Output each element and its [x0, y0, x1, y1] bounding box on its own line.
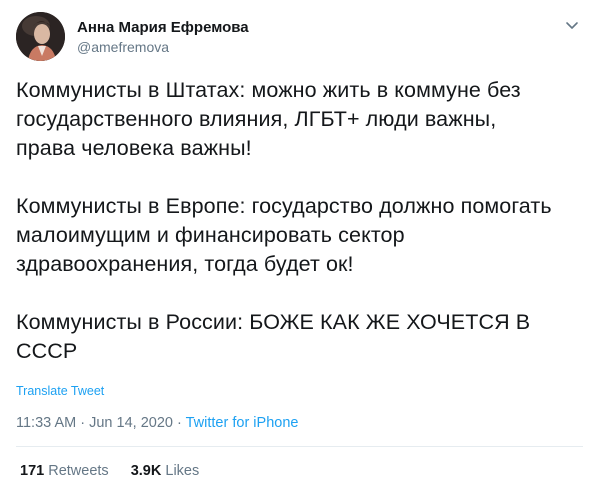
likes-label: Likes: [165, 463, 200, 479]
retweets-label: Retweets: [48, 463, 109, 479]
tweet-date[interactable]: Jun 14, 2020: [89, 415, 173, 431]
retweets-stat[interactable]: 171 Retweets: [20, 463, 109, 479]
tweet-source-link[interactable]: Twitter for iPhone: [186, 415, 299, 431]
likes-count: 3.9K: [130, 463, 162, 479]
likes-stat[interactable]: 3.9K Likes: [131, 463, 200, 479]
tweet-metadata: 11:33 AM · Jun 14, 2020 · Twitter for iP…: [16, 415, 298, 431]
avatar[interactable]: [16, 12, 65, 61]
retweets-count: 171: [20, 463, 45, 479]
tweet-header: Анна Мария Ефремова @amefremova: [16, 12, 583, 62]
meta-separator: ·: [177, 415, 182, 431]
tweet-text: Коммунисты в Штатах: можно жить в коммун…: [16, 78, 552, 363]
divider: [16, 446, 583, 447]
author-names: Анна Мария Ефремова @amefremova: [77, 19, 249, 56]
avatar-image: [16, 12, 65, 61]
tweet-stats: 171 Retweets 3.9K Likes: [20, 463, 217, 479]
translate-tweet-link[interactable]: Translate Tweet: [16, 384, 104, 398]
user-handle[interactable]: @amefremova: [77, 38, 249, 56]
tweet-card: Анна Мария Ефремова @amefremova Коммунис…: [0, 0, 599, 497]
tweet-time[interactable]: 11:33 AM: [16, 415, 76, 431]
meta-separator: ·: [80, 415, 86, 431]
chevron-down-icon[interactable]: [563, 16, 581, 34]
display-name[interactable]: Анна Мария Ефремова: [77, 19, 249, 37]
